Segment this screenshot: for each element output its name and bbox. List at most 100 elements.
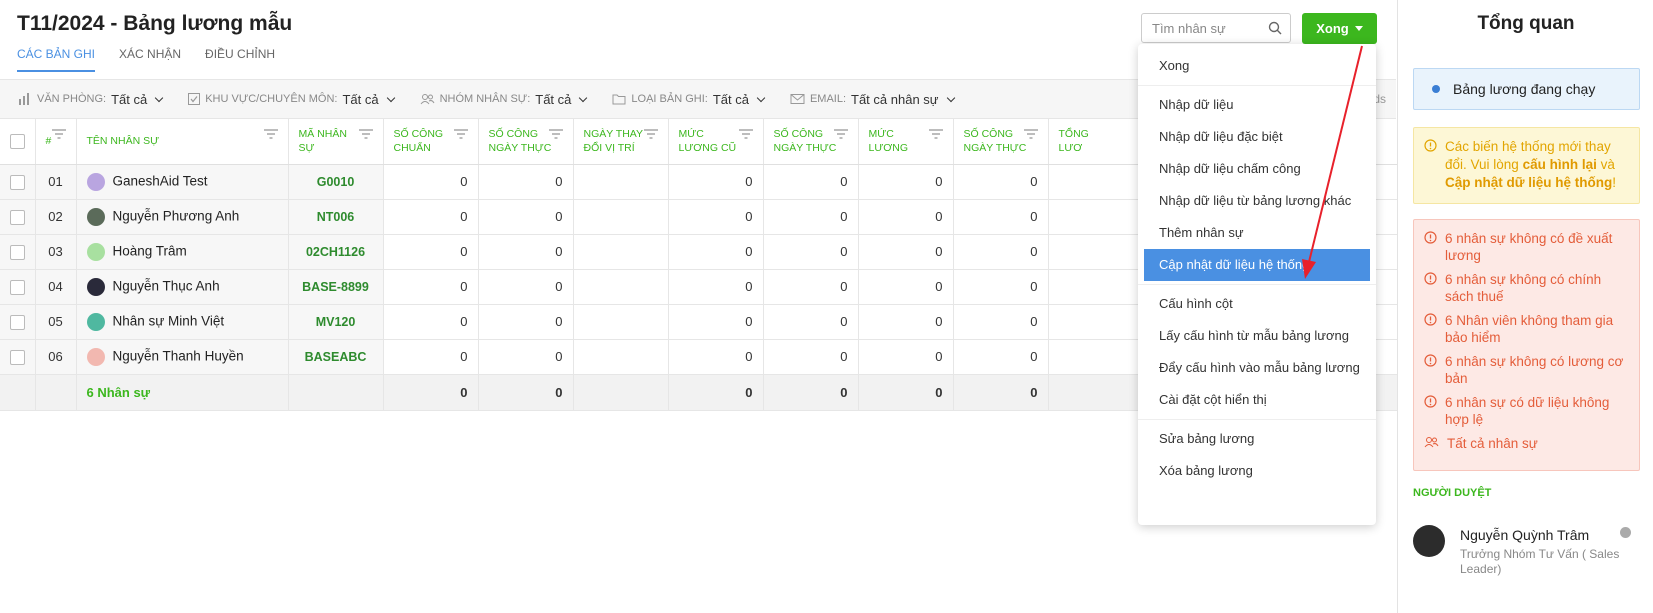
all-staff-link[interactable]: Tất cả nhân sự <box>1424 435 1629 452</box>
cell-standard-days[interactable]: 0 <box>383 339 479 375</box>
row-checkbox[interactable] <box>10 174 25 190</box>
cell-position-change-date[interactable] <box>573 269 669 305</box>
staff-name-cell[interactable]: Nguyễn Thục Anh <box>76 269 289 305</box>
menu-item[interactable]: Nhập dữ liệu <box>1138 89 1376 121</box>
tab-confirm[interactable]: XÁC NHẬN <box>119 47 181 72</box>
cell-total-salary[interactable] <box>1048 234 1144 270</box>
cell-total-salary[interactable] <box>1048 339 1144 375</box>
staff-name-cell[interactable]: Nhân sự Minh Việt <box>76 304 289 340</box>
staff-name-cell[interactable]: GaneshAid Test <box>76 164 289 200</box>
cell-salary[interactable]: 0 <box>858 234 954 270</box>
cell-total-salary[interactable] <box>1048 164 1144 200</box>
cell-standard-days[interactable]: 0 <box>383 234 479 270</box>
cell-salary[interactable]: 0 <box>858 199 954 235</box>
cell-old-salary[interactable]: 0 <box>668 199 764 235</box>
menu-item[interactable]: Cài đặt cột hiển thị <box>1138 384 1376 416</box>
cell-actual-days-3[interactable]: 0 <box>953 339 1049 375</box>
cell-old-salary[interactable]: 0 <box>668 269 764 305</box>
cell-actual-days-2[interactable]: 0 <box>763 164 859 200</box>
cell-position-change-date[interactable] <box>573 234 669 270</box>
menu-item[interactable]: Cấu hình cột <box>1138 288 1376 320</box>
cell-actual-days-3[interactable]: 0 <box>953 234 1049 270</box>
filter-lines-icon[interactable] <box>1023 129 1038 139</box>
error-item[interactable]: 6 nhân sự không có lương cơ bản <box>1424 353 1629 387</box>
menu-item[interactable]: Xóa bảng lương <box>1138 455 1376 487</box>
cell-actual-days-1[interactable]: 0 <box>478 164 574 200</box>
cell-actual-days-1[interactable]: 0 <box>478 234 574 270</box>
row-checkbox[interactable] <box>10 279 25 295</box>
cell-actual-days-2[interactable]: 0 <box>763 199 859 235</box>
filter-area[interactable]: KHU VỰC/CHUYÊN MÔN: Tất cả <box>188 92 395 107</box>
error-item[interactable]: 6 nhân sự có dữ liệu không hợp lệ <box>1424 394 1629 428</box>
filter-lines-icon[interactable] <box>453 129 468 139</box>
cell-salary[interactable]: 0 <box>858 164 954 200</box>
cell-actual-days-1[interactable]: 0 <box>478 199 574 235</box>
search-input[interactable] <box>1142 14 1262 42</box>
menu-item[interactable]: Nhập dữ liệu đặc biệt <box>1138 121 1376 153</box>
filter-record-type[interactable]: LOẠI BẢN GHI: Tất cả <box>612 92 766 107</box>
cell-salary[interactable]: 0 <box>858 304 954 340</box>
cell-actual-days-1[interactable]: 0 <box>478 304 574 340</box>
cell-salary[interactable]: 0 <box>858 269 954 305</box>
filter-email[interactable]: EMAIL: Tất cả nhân sự <box>790 92 955 107</box>
menu-item[interactable]: Lấy cấu hình từ mẫu bảng lương <box>1138 320 1376 352</box>
menu-item[interactable]: Thêm nhân sự <box>1138 217 1376 249</box>
staff-name-cell[interactable]: Hoàng Trâm <box>76 234 289 270</box>
staff-name-cell[interactable]: Nguyễn Thanh Huyền <box>76 339 289 375</box>
menu-item[interactable]: Nhập dữ liệu từ bảng lương khác <box>1138 185 1376 217</box>
cell-position-change-date[interactable] <box>573 164 669 200</box>
cell-actual-days-1[interactable]: 0 <box>478 339 574 375</box>
cell-position-change-date[interactable] <box>573 304 669 340</box>
filter-lines-icon[interactable] <box>548 129 563 139</box>
cell-old-salary[interactable]: 0 <box>668 164 764 200</box>
cell-actual-days-3[interactable]: 0 <box>953 199 1049 235</box>
cell-total-salary[interactable] <box>1048 269 1144 305</box>
update-system-data-link[interactable]: Cập nhật dữ liệu hệ thống <box>1445 175 1612 190</box>
row-checkbox[interactable] <box>10 244 25 260</box>
cell-actual-days-3[interactable]: 0 <box>953 164 1049 200</box>
cell-standard-days[interactable]: 0 <box>383 269 479 305</box>
error-item[interactable]: 6 nhân sự không có đề xuất lương <box>1424 230 1629 264</box>
cell-old-salary[interactable]: 0 <box>668 339 764 375</box>
cell-old-salary[interactable]: 0 <box>668 304 764 340</box>
error-item[interactable]: 6 nhân sự không có chính sách thuế <box>1424 271 1629 305</box>
filter-lines-icon[interactable] <box>51 129 66 139</box>
menu-item[interactable]: Cập nhật dữ liệu hệ thống <box>1144 249 1370 281</box>
cell-actual-days-3[interactable]: 0 <box>953 304 1049 340</box>
cell-actual-days-3[interactable]: 0 <box>953 269 1049 305</box>
menu-item[interactable]: Xong <box>1138 50 1376 82</box>
row-checkbox[interactable] <box>10 314 25 330</box>
filter-lines-icon[interactable] <box>928 129 943 139</box>
cell-standard-days[interactable]: 0 <box>383 199 479 235</box>
cell-total-salary[interactable] <box>1048 304 1144 340</box>
cell-standard-days[interactable]: 0 <box>383 304 479 340</box>
tab-adjust[interactable]: ĐIỀU CHỈNH <box>205 47 275 72</box>
row-checkbox[interactable] <box>10 349 25 365</box>
filter-lines-icon[interactable] <box>358 129 373 139</box>
cell-position-change-date[interactable] <box>573 199 669 235</box>
cell-actual-days-2[interactable]: 0 <box>763 269 859 305</box>
filter-office[interactable]: VĂN PHÒNG: Tất cả <box>18 92 164 107</box>
cell-position-change-date[interactable] <box>573 339 669 375</box>
filter-group[interactable]: NHÓM NHÂN SỰ: Tất cả <box>420 92 588 107</box>
filter-lines-icon[interactable] <box>738 129 753 139</box>
cell-actual-days-2[interactable]: 0 <box>763 234 859 270</box>
filter-lines-icon[interactable] <box>263 129 278 139</box>
cell-standard-days[interactable]: 0 <box>383 164 479 200</box>
cell-actual-days-2[interactable]: 0 <box>763 304 859 340</box>
filter-lines-icon[interactable] <box>833 129 848 139</box>
cell-total-salary[interactable] <box>1048 199 1144 235</box>
filter-lines-icon[interactable] <box>643 129 658 139</box>
select-all-checkbox[interactable] <box>10 133 25 149</box>
row-checkbox[interactable] <box>10 209 25 225</box>
tab-records[interactable]: CÁC BẢN GHI <box>17 47 96 72</box>
cell-actual-days-2[interactable]: 0 <box>763 339 859 375</box>
staff-name-cell[interactable]: Nguyễn Phương Anh <box>76 199 289 235</box>
search-icon[interactable] <box>1268 21 1282 40</box>
menu-item[interactable]: Sửa bảng lương <box>1138 423 1376 455</box>
cell-actual-days-1[interactable]: 0 <box>478 269 574 305</box>
done-button[interactable]: Xong <box>1302 13 1377 44</box>
menu-item[interactable]: Đẩy cấu hình vào mẫu bảng lương <box>1138 352 1376 384</box>
error-item[interactable]: 6 Nhân viên không tham gia bảo hiểm <box>1424 312 1629 346</box>
cell-old-salary[interactable]: 0 <box>668 234 764 270</box>
